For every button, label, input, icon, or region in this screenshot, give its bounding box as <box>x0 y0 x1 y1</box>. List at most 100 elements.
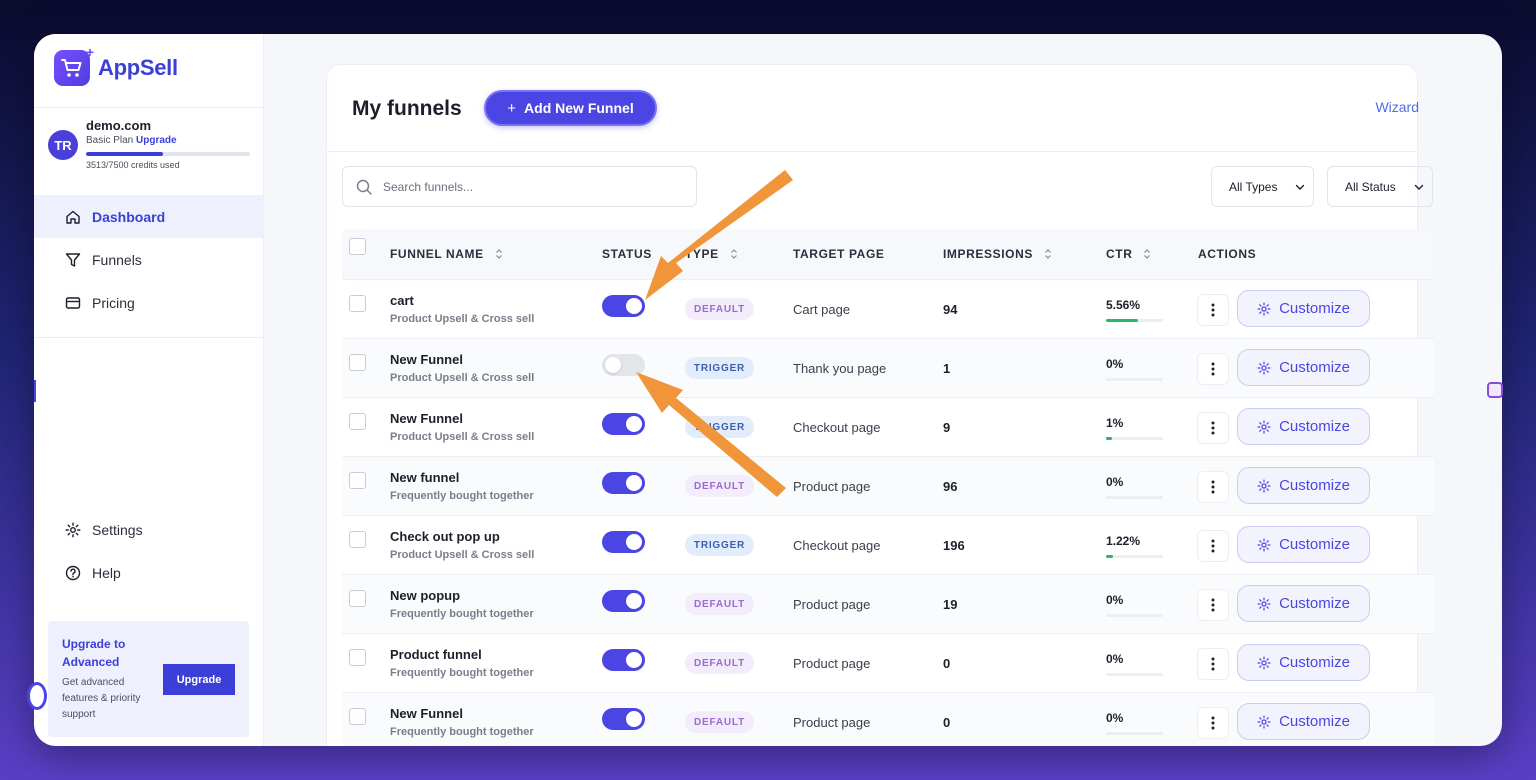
customize-button[interactable]: Customize <box>1237 703 1370 740</box>
sort-icon <box>730 249 737 259</box>
add-new-funnel-button[interactable]: + Add New Funnel <box>484 90 657 126</box>
add-new-funnel-label: Add New Funnel <box>524 100 634 116</box>
funnel-subtitle: Product Upsell & Cross sell <box>390 549 535 561</box>
more-options-button[interactable] <box>1197 412 1229 444</box>
column-header-funnel-name[interactable]: FUNNEL NAME <box>390 247 504 261</box>
funnel-name[interactable]: Check out pop up <box>390 529 500 544</box>
status-toggle[interactable] <box>602 295 645 317</box>
account-domain: demo.com <box>86 118 152 133</box>
sidebar-item-help[interactable]: Help <box>34 551 264 594</box>
status-filter-value: All Status <box>1345 179 1396 194</box>
funnel-subtitle: Product Upsell & Cross sell <box>390 372 535 384</box>
status-toggle[interactable] <box>602 472 645 494</box>
table-row: New funnel Frequently bought together DEFA… <box>342 456 1434 515</box>
avatar[interactable]: TR <box>48 130 78 160</box>
row-checkbox[interactable] <box>349 354 366 371</box>
wizard-link[interactable]: Wizard <box>1375 99 1419 115</box>
column-header-label: TARGET PAGE <box>793 247 885 261</box>
more-options-button[interactable] <box>1197 471 1229 503</box>
row-checkbox[interactable] <box>349 531 366 548</box>
customize-button[interactable]: Customize <box>1237 585 1370 622</box>
gear-icon <box>1257 478 1271 493</box>
target-page: Checkout page <box>793 420 881 435</box>
upgrade-card-description: Get advanced features & priority support <box>62 677 141 720</box>
chat-launcher[interactable] <box>27 682 47 710</box>
status-toggle[interactable] <box>602 708 645 730</box>
funnel-name[interactable]: New Funnel <box>390 706 463 721</box>
row-checkbox[interactable] <box>349 708 366 725</box>
search-box[interactable] <box>342 166 697 207</box>
status-toggle[interactable] <box>602 649 645 671</box>
type-badge: TRIGGER <box>685 357 754 379</box>
type-filter-select[interactable]: All Types <box>1211 166 1314 207</box>
plus-icon: + <box>507 99 517 117</box>
row-checkbox[interactable] <box>349 413 366 430</box>
status-filter-select[interactable]: All Status <box>1327 166 1433 207</box>
customize-button[interactable]: Customize <box>1237 526 1370 563</box>
sidebar-item-funnels[interactable]: Funnels <box>34 238 264 281</box>
row-checkbox[interactable] <box>349 472 366 489</box>
customize-button[interactable]: Customize <box>1237 644 1370 681</box>
row-checkbox[interactable] <box>349 590 366 607</box>
customize-button[interactable]: Customize <box>1237 290 1370 327</box>
customize-button[interactable]: Customize <box>1237 467 1370 504</box>
funnel-name[interactable]: Product funnel <box>390 647 482 662</box>
column-header-type[interactable]: TYPE <box>685 247 739 261</box>
status-toggle[interactable] <box>602 531 645 553</box>
column-header-ctr[interactable]: CTR <box>1106 247 1152 261</box>
impressions-value: 94 <box>943 302 958 317</box>
funnels-table: FUNNEL NAME STATUS TYPE TARGET PAGE IMPR… <box>342 229 1434 746</box>
ctr-progress-fill <box>1106 437 1112 440</box>
more-options-button[interactable] <box>1197 353 1229 385</box>
more-options-button[interactable] <box>1197 530 1229 562</box>
row-checkbox[interactable] <box>349 295 366 312</box>
target-page: Product page <box>793 656 871 671</box>
collapse-handle[interactable] <box>34 380 36 402</box>
sort-icon <box>1045 249 1051 259</box>
target-page: Product page <box>793 597 871 612</box>
more-options-button[interactable] <box>1197 294 1229 326</box>
more-options-button[interactable] <box>1197 648 1229 680</box>
sidebar-item-settings[interactable]: Settings <box>34 508 264 551</box>
row-checkbox[interactable] <box>349 649 366 666</box>
sidebar: + AppSell TR demo.com Basic Plan Upgrade… <box>34 34 264 746</box>
upgrade-card: Upgrade to Advanced Get advanced feature… <box>48 621 249 737</box>
more-options-button[interactable] <box>1197 589 1229 621</box>
status-toggle[interactable] <box>602 413 645 435</box>
customize-label: Customize <box>1279 654 1350 671</box>
funnel-name[interactable]: cart <box>390 293 414 308</box>
status-toggle[interactable] <box>602 590 645 612</box>
ctr-progress-bar <box>1106 614 1163 617</box>
customize-label: Customize <box>1279 300 1350 317</box>
search-icon <box>356 179 372 195</box>
table-row: cart Product Upsell & Cross sell DEFAULT Ca… <box>342 279 1434 338</box>
customize-button[interactable]: Customize <box>1237 408 1370 445</box>
ctr-value: 0% <box>1106 652 1124 666</box>
kebab-icon <box>1211 421 1215 435</box>
sidebar-item-dashboard[interactable]: Dashboard <box>34 195 264 238</box>
funnel-name[interactable]: New popup <box>390 588 460 603</box>
column-header-label: TYPE <box>685 247 719 261</box>
funnel-name[interactable]: New Funnel <box>390 352 463 367</box>
gear-icon <box>1257 714 1271 729</box>
column-header-impressions[interactable]: IMPRESSIONS <box>943 247 1053 261</box>
toggle-knob <box>626 475 642 491</box>
funnel-name[interactable]: New Funnel <box>390 411 463 426</box>
select-all-checkbox[interactable] <box>349 238 366 255</box>
impressions-value: 96 <box>943 479 958 494</box>
funnel-name[interactable]: New funnel <box>390 470 459 485</box>
status-toggle[interactable] <box>602 354 645 376</box>
sidebar-item-label: Settings <box>92 521 143 538</box>
upgrade-link[interactable]: Upgrade <box>136 135 177 146</box>
customize-button[interactable]: Customize <box>1237 349 1370 386</box>
app-logo[interactable]: + AppSell <box>54 44 178 86</box>
more-options-button[interactable] <box>1197 707 1229 739</box>
sidebar-item-pricing[interactable]: Pricing <box>34 281 264 324</box>
side-widget-icon[interactable] <box>1487 382 1503 398</box>
search-input[interactable] <box>383 179 683 194</box>
upgrade-button[interactable]: Upgrade <box>163 664 235 695</box>
ctr-progress-fill <box>1106 319 1138 322</box>
ctr-progress-bar <box>1106 378 1163 381</box>
plan-name: Basic Plan <box>86 135 134 146</box>
table-row: New popup Frequently bought together DEFAU… <box>342 574 1434 633</box>
